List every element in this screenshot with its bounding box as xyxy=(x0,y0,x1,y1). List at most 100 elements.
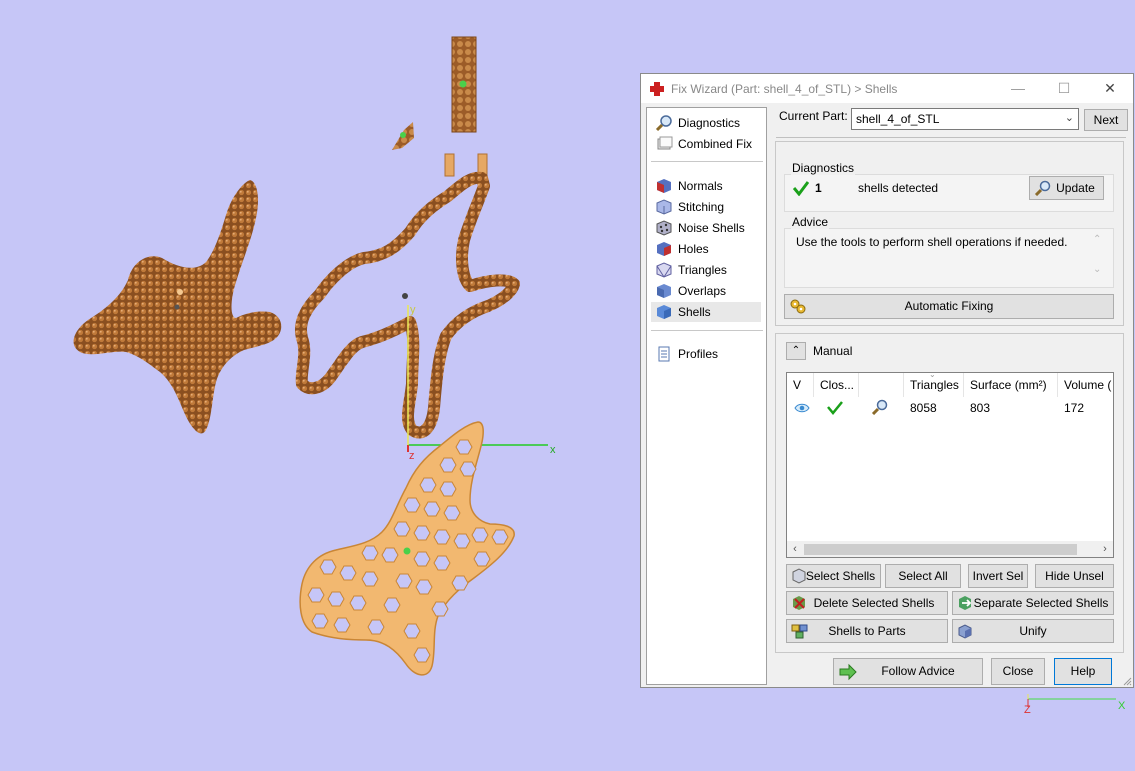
nav-label: Normals xyxy=(678,179,723,193)
help-button[interactable]: Help xyxy=(1054,658,1112,685)
corner-z-label: Z xyxy=(1024,704,1031,716)
separate-selected-shells-label: Separate Selected Shells xyxy=(973,596,1109,610)
profiles-document-icon xyxy=(658,346,670,362)
unify-label: Unify xyxy=(1019,624,1047,638)
nav-label: Shells xyxy=(678,305,711,319)
follow-advice-label: Follow Advice xyxy=(881,664,955,678)
invert-selection-button[interactable]: Invert Sel xyxy=(968,564,1028,588)
nav-divider xyxy=(651,161,763,162)
separate-cube-icon xyxy=(959,596,972,610)
nav-item-diagnostics[interactable]: Diagnostics xyxy=(651,113,761,133)
horizontal-scrollbar[interactable]: ‹ › xyxy=(787,541,1113,557)
magnifier-icon xyxy=(655,115,672,132)
follow-advice-button[interactable]: Follow Advice xyxy=(833,658,983,685)
overlaps-cube-icon xyxy=(657,284,671,298)
delete-selected-shells-button[interactable]: Delete Selected Shells xyxy=(786,591,948,615)
nav-item-triangles[interactable]: Triangles xyxy=(651,260,761,280)
select-shells-button[interactable]: Select Shells xyxy=(786,564,881,588)
normals-cube-icon xyxy=(657,179,671,193)
y-axis-label: y xyxy=(410,304,416,316)
wizard-cross-icon xyxy=(650,82,664,96)
minimize-button[interactable]: — xyxy=(995,74,1041,103)
current-part-select[interactable]: shell_4_of_STL ⌄ xyxy=(851,108,1079,130)
next-button[interactable]: Next xyxy=(1084,109,1128,131)
nav-item-shells[interactable]: Shells xyxy=(651,302,761,322)
cell-surface: 803 xyxy=(970,401,991,415)
fix-wizard-window: Fix Wizard (Part: shell_4_of_STL) > Shel… xyxy=(640,73,1134,688)
nav-label: Combined Fix xyxy=(678,137,753,151)
nav-item-stitching[interactable]: Stitching xyxy=(651,197,761,217)
update-button[interactable]: Update xyxy=(1029,176,1104,200)
window-title: Fix Wizard (Part: shell_4_of_STL) > Shel… xyxy=(671,82,898,96)
unify-button[interactable]: Unify xyxy=(952,619,1114,643)
scroll-down-icon[interactable]: ⌄ xyxy=(1093,264,1101,275)
check-icon xyxy=(793,181,809,196)
scrollbar-thumb[interactable] xyxy=(804,544,1077,555)
part-center-dot xyxy=(403,547,411,555)
part-marker xyxy=(174,304,180,310)
x-axis-label: x xyxy=(550,444,556,456)
diagnostics-title: Diagnostics xyxy=(791,161,856,175)
hide-unselected-button[interactable]: Hide Unsel xyxy=(1035,564,1114,588)
chevron-up-icon: ⌃ xyxy=(791,345,801,356)
cell-triangles: 8058 xyxy=(910,401,937,415)
collapse-manual-button[interactable]: ⌃ xyxy=(786,342,806,360)
table-row[interactable]: 8058 803 172 xyxy=(787,373,1113,419)
nav-item-combined-fix[interactable]: Combined Fix xyxy=(651,134,761,154)
scroll-up-icon[interactable]: ⌃ xyxy=(1093,234,1101,245)
part-center-dot xyxy=(459,80,467,88)
nav-divider xyxy=(651,330,763,331)
delete-selected-shells-label: Delete Selected Shells xyxy=(813,596,935,610)
magnifier-icon xyxy=(1034,180,1051,196)
cell-volume: 172 xyxy=(1064,401,1085,415)
unify-cube-icon xyxy=(958,624,972,639)
close-button[interactable]: Close xyxy=(991,658,1045,685)
nav-item-noise-shells[interactable]: Noise Shells xyxy=(651,218,761,238)
magnifier-icon[interactable] xyxy=(871,399,889,415)
connector-tab xyxy=(444,153,455,177)
automatic-fixing-label: Automatic Fixing xyxy=(904,299,994,313)
title-bar[interactable]: Fix Wizard (Part: shell_4_of_STL) > Shel… xyxy=(641,74,1133,103)
shells-cube-icon xyxy=(657,305,671,319)
current-part-label: Current Part: xyxy=(779,109,848,123)
scroll-left-icon[interactable]: ‹ xyxy=(787,541,803,557)
delete-cube-icon xyxy=(793,596,805,610)
nav-label: Overlaps xyxy=(678,284,727,298)
nav-label: Holes xyxy=(678,242,709,256)
stitching-cube-icon xyxy=(656,199,672,215)
advice-text: Use the tools to perform shell operation… xyxy=(796,235,1068,249)
select-all-button[interactable]: Select All xyxy=(885,564,961,588)
nav-item-overlaps[interactable]: Overlaps xyxy=(651,281,761,301)
3d-viewport[interactable] xyxy=(0,0,640,771)
part-marker xyxy=(177,289,183,295)
shells-to-parts-icon xyxy=(791,624,808,639)
arrow-right-icon xyxy=(839,663,857,681)
current-part-value: shell_4_of_STL xyxy=(856,112,940,126)
separate-selected-shells-button[interactable]: Separate Selected Shells xyxy=(952,591,1114,615)
fix-navigation-panel: Diagnostics Combined Fix Normals Stitchi… xyxy=(646,107,767,685)
select-shells-label: Select Shells xyxy=(805,569,876,583)
eye-icon[interactable] xyxy=(794,402,810,414)
nav-item-holes[interactable]: Holes xyxy=(651,239,761,259)
resize-grip-icon[interactable] xyxy=(1122,676,1132,686)
chevron-down-icon: ⌄ xyxy=(1064,112,1074,124)
nav-label: Noise Shells xyxy=(678,221,745,235)
shells-to-parts-label: Shells to Parts xyxy=(828,624,906,638)
close-window-button[interactable]: ✕ xyxy=(1087,74,1133,103)
update-label: Update xyxy=(1056,181,1095,195)
nav-item-profiles[interactable]: Profiles xyxy=(651,344,761,364)
scroll-right-icon[interactable]: › xyxy=(1097,541,1113,557)
gears-icon xyxy=(790,299,806,314)
check-icon xyxy=(827,401,843,415)
nav-item-normals[interactable]: Normals xyxy=(651,176,761,196)
shells-to-parts-button[interactable]: Shells to Parts xyxy=(786,619,948,643)
combined-fix-icon xyxy=(657,136,673,150)
automatic-fixing-button[interactable]: Automatic Fixing xyxy=(784,294,1114,319)
separator xyxy=(776,137,1126,138)
nav-label: Triangles xyxy=(678,263,727,277)
maximize-button[interactable]: ☐ xyxy=(1041,74,1087,103)
advice-title: Advice xyxy=(791,215,830,229)
nav-label: Stitching xyxy=(678,200,725,214)
part-marker xyxy=(402,293,408,299)
triangles-cube-icon xyxy=(656,262,672,278)
